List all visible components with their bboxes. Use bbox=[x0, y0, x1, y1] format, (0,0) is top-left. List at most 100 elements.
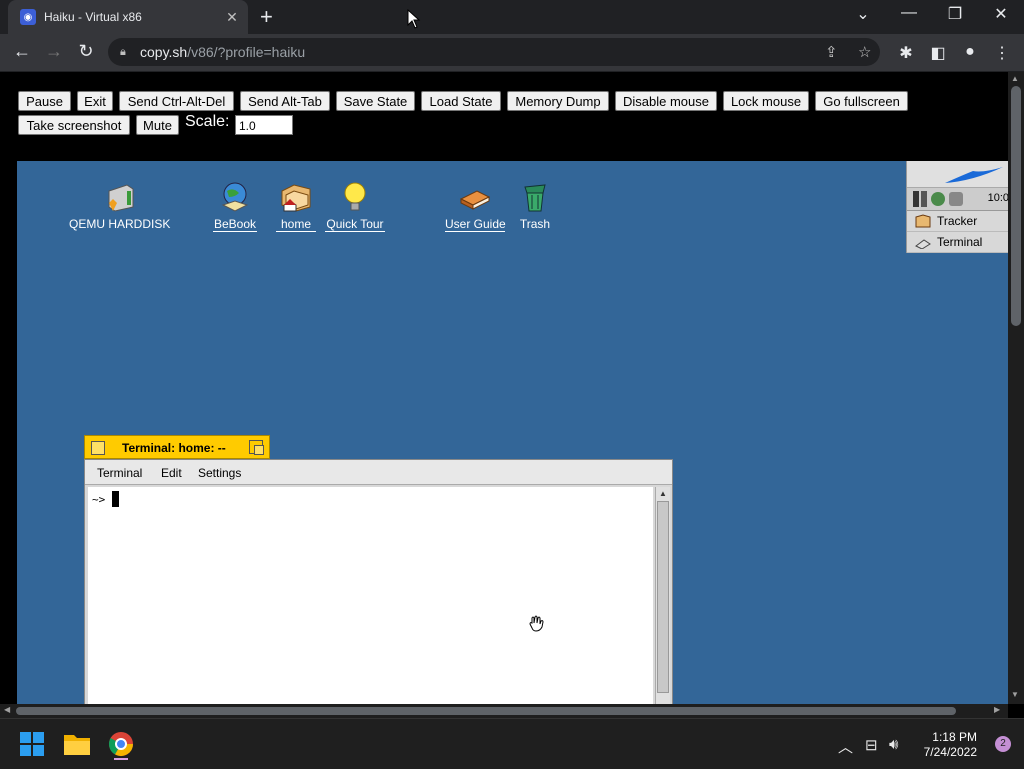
haiku-desktop[interactable]: QEMU HARDDISK BeBook home Quick Tour Use… bbox=[17, 161, 1008, 704]
tab-search-icon[interactable]: ⌄ bbox=[848, 4, 878, 24]
vertical-scroll-thumb[interactable] bbox=[1011, 86, 1021, 326]
harddisk-icon bbox=[103, 181, 135, 213]
exit-button[interactable]: Exit bbox=[77, 91, 113, 111]
show-hidden-icons-chevron-icon[interactable]: ︿ bbox=[838, 736, 853, 757]
taskbar-clock[interactable]: 1:18 PM 7/24/2022 bbox=[924, 730, 977, 760]
deskbar-leaf-menu[interactable] bbox=[907, 161, 1008, 188]
desktop-icon-label: QEMU HARDDISK bbox=[69, 217, 171, 231]
scroll-left-arrow-icon[interactable]: ◀ bbox=[4, 705, 10, 714]
url-host: copy.sh bbox=[140, 44, 188, 60]
terminal-prompt: ~> bbox=[92, 493, 106, 506]
desktop-icon-label: Quick Tour bbox=[325, 217, 385, 232]
terminal-scroll-thumb[interactable] bbox=[657, 501, 669, 693]
scroll-up-arrow-icon[interactable]: ▲ bbox=[659, 489, 667, 498]
browser-toolbar: ← → ↻ 🔒︎ copy.sh /v86/?profile=haiku ⇪ ☆… bbox=[0, 34, 1024, 72]
save-state-button[interactable]: Save State bbox=[336, 91, 415, 111]
restore-button[interactable]: ❐ bbox=[940, 4, 970, 24]
horizontal-scroll-thumb[interactable] bbox=[16, 707, 956, 715]
lightbulb-icon bbox=[339, 181, 371, 213]
terminal-menu-edit[interactable]: Edit bbox=[161, 466, 182, 480]
back-button[interactable]: ← bbox=[10, 41, 34, 62]
chrome-menu-icon[interactable]: ⋮ bbox=[991, 43, 1013, 63]
tracker-icon bbox=[915, 214, 931, 228]
cpu-monitor-icon[interactable] bbox=[913, 191, 919, 207]
deskbar-item-terminal[interactable]: Terminal bbox=[907, 232, 1008, 253]
desktop-icon-label: Trash bbox=[519, 217, 551, 231]
globe-book-icon bbox=[219, 181, 251, 213]
terminal-menu-terminal[interactable]: Terminal bbox=[97, 466, 142, 480]
window-close-box-icon[interactable] bbox=[91, 441, 105, 455]
notification-badge[interactable]: 2 bbox=[995, 736, 1011, 752]
lock-icon[interactable]: 🔒︎ bbox=[120, 46, 132, 59]
minimize-button[interactable]: — bbox=[894, 4, 924, 22]
deskbar-item-tracker[interactable]: Tracker bbox=[907, 211, 1008, 232]
trash-icon bbox=[519, 181, 551, 213]
volume-tray-icon[interactable]: 🔊︎ bbox=[889, 736, 898, 753]
taskbar-time: 1:18 PM bbox=[932, 730, 977, 744]
terminal-icon bbox=[915, 239, 931, 249]
windows-start-icon[interactable] bbox=[16, 728, 48, 760]
desktop-icon-trash[interactable]: Trash bbox=[517, 181, 553, 231]
network-tray-icon[interactable]: ⊟ bbox=[865, 736, 878, 754]
terminal-menubar: Terminal Edit Settings bbox=[85, 460, 672, 485]
scale-input[interactable]: 1.0 bbox=[235, 115, 293, 135]
take-screenshot-button[interactable]: Take screenshot bbox=[18, 115, 130, 135]
haiku-favicon-icon: ◉ bbox=[20, 9, 36, 25]
terminal-cursor bbox=[112, 491, 119, 507]
tab-close-icon[interactable]: ✕ bbox=[224, 9, 240, 26]
browser-tab-strip: ◉ Haiku - Virtual x86 ✕ + ⌄ — ❐ ✕ bbox=[0, 0, 1024, 34]
go-fullscreen-button[interactable]: Go fullscreen bbox=[815, 91, 908, 111]
terminal-window-title: Terminal: home: -- bbox=[122, 441, 226, 455]
volume-icon[interactable] bbox=[949, 192, 963, 206]
taskbar-date: 7/24/2022 bbox=[923, 745, 977, 759]
extensions-icon[interactable]: ✱ bbox=[895, 43, 917, 63]
bookmark-star-icon[interactable]: ☆ bbox=[858, 43, 871, 61]
load-state-button[interactable]: Load State bbox=[421, 91, 501, 111]
lock-mouse-button[interactable]: Lock mouse bbox=[723, 91, 809, 111]
mute-button[interactable]: Mute bbox=[136, 115, 179, 135]
book-icon bbox=[459, 181, 491, 213]
new-tab-button[interactable]: + bbox=[260, 5, 273, 29]
desktop-icon-qemu-harddisk[interactable]: QEMU HARDDISK bbox=[69, 181, 171, 231]
window-zoom-box-icon[interactable] bbox=[249, 440, 264, 455]
scroll-up-arrow-icon[interactable]: ▲ bbox=[1011, 74, 1019, 83]
scroll-down-arrow-icon[interactable]: ▼ bbox=[1011, 690, 1019, 699]
url-path: /v86/?profile=haiku bbox=[187, 44, 306, 60]
send-ctrl-alt-del-button[interactable]: Send Ctrl-Alt-Del bbox=[119, 91, 234, 111]
send-alt-tab-button[interactable]: Send Alt-Tab bbox=[240, 91, 330, 111]
disable-mouse-button[interactable]: Disable mouse bbox=[615, 91, 717, 111]
pause-button[interactable]: Pause bbox=[18, 91, 71, 111]
desktop-icon-quick-tour[interactable]: Quick Tour bbox=[325, 181, 385, 232]
mouse-pointer-icon bbox=[407, 9, 421, 29]
memory-dump-button[interactable]: Memory Dump bbox=[507, 91, 609, 111]
home-folder-icon bbox=[280, 181, 312, 213]
reload-button[interactable]: ↻ bbox=[74, 41, 98, 62]
desktop-icon-bebook[interactable]: BeBook bbox=[213, 181, 257, 232]
profile-icon[interactable]: ● bbox=[959, 43, 981, 61]
network-icon[interactable] bbox=[931, 192, 945, 206]
deskbar-item-label: Terminal bbox=[937, 235, 983, 249]
terminal-scrollbar[interactable]: ▲ bbox=[655, 487, 670, 704]
desktop-icon-home[interactable]: home bbox=[276, 181, 316, 232]
forward-button[interactable]: → bbox=[42, 41, 66, 62]
terminal-window-tab[interactable]: Terminal: home: -- bbox=[84, 435, 270, 459]
terminal-window: Terminal Edit Settings ~> ▲ bbox=[84, 459, 673, 704]
deskbar-tray: 10:0 bbox=[907, 188, 1008, 211]
page-content: Pause Exit Send Ctrl-Alt-Del Send Alt-Ta… bbox=[0, 72, 1008, 704]
share-icon[interactable]: ⇪ bbox=[825, 43, 838, 61]
address-bar[interactable]: 🔒︎ copy.sh /v86/?profile=haiku ⇪ ☆ bbox=[108, 38, 880, 66]
chrome-taskbar-icon[interactable] bbox=[105, 728, 137, 760]
page-horizontal-scrollbar[interactable]: ◀ ▶ bbox=[0, 704, 1008, 718]
page-vertical-scrollbar[interactable]: ▲ ▼ bbox=[1008, 72, 1024, 704]
browser-tab[interactable]: ◉ Haiku - Virtual x86 ✕ bbox=[8, 0, 248, 34]
close-window-button[interactable]: ✕ bbox=[986, 4, 1016, 24]
desktop-icon-user-guide[interactable]: User Guide bbox=[445, 181, 506, 232]
deskbar-clock[interactable]: 10:0 bbox=[988, 192, 1008, 204]
file-explorer-icon[interactable] bbox=[61, 728, 93, 760]
side-panel-icon[interactable]: ◧ bbox=[927, 43, 949, 63]
terminal-text-area[interactable]: ~> bbox=[88, 487, 653, 704]
scroll-right-arrow-icon[interactable]: ▶ bbox=[994, 705, 1000, 714]
memory-monitor-icon[interactable] bbox=[921, 191, 927, 207]
haiku-deskbar: 10:0 Tracker Terminal bbox=[906, 161, 1008, 253]
terminal-menu-settings[interactable]: Settings bbox=[198, 466, 241, 480]
